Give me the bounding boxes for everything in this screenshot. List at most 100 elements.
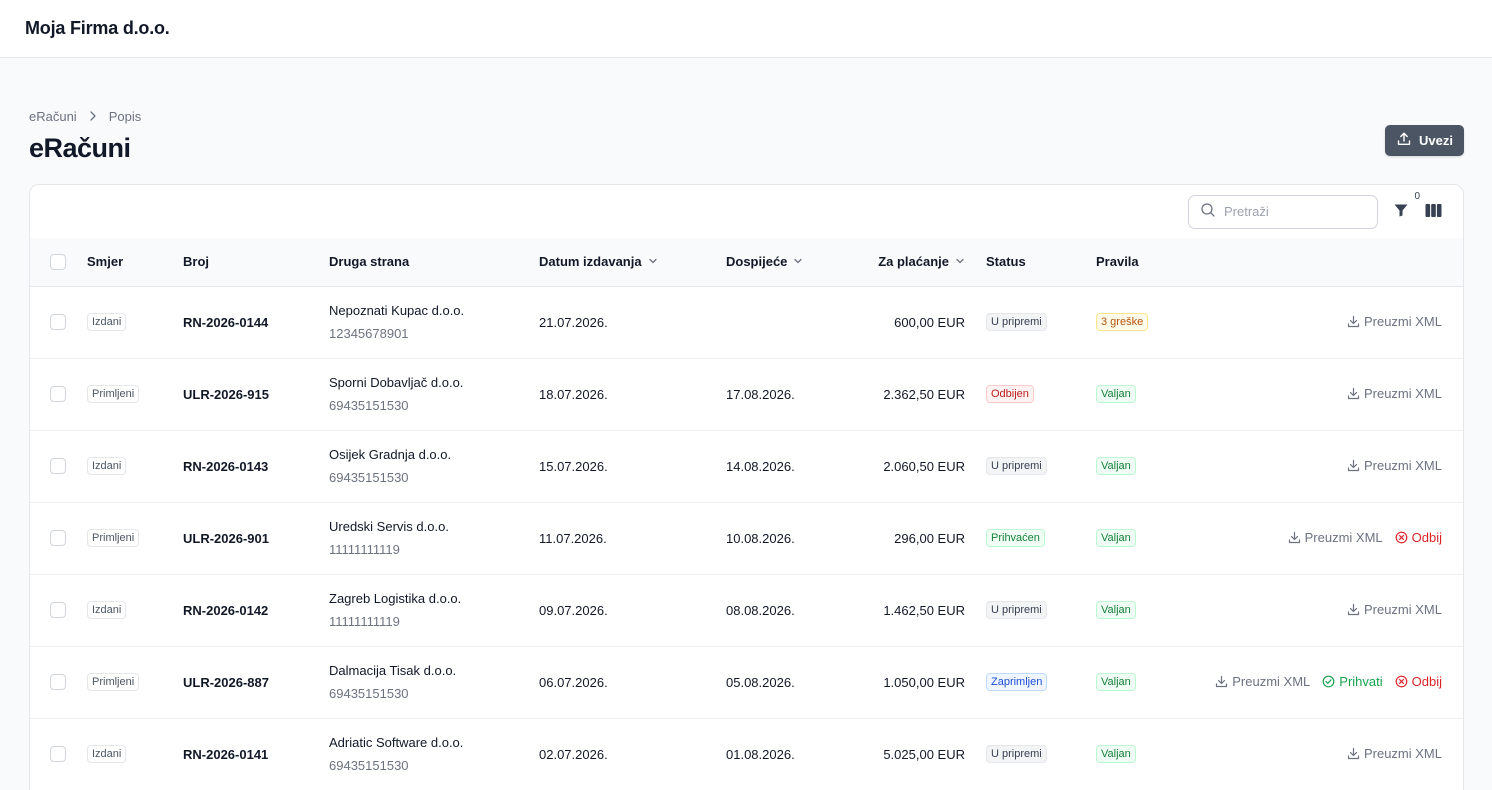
chevron-down-icon [793,254,803,269]
select-cell [30,646,87,718]
row-checkbox[interactable] [50,458,66,475]
invoice-number[interactable]: RN-2026-0143 [183,459,268,474]
invoice-number[interactable]: ULR-2026-915 [183,387,269,402]
reject-action-label: Odbij [1411,673,1442,689]
header-due-date[interactable]: Dospijeće [726,238,876,286]
party-name: Osijek Gradnja d.o.o. [329,446,452,462]
party-name: Zagreb Logistika d.o.o. [329,590,462,606]
rules-cell: Valjan [1096,718,1206,790]
search-input[interactable] [1224,204,1374,219]
party-oib: 69435151530 [329,469,409,485]
row-checkbox[interactable] [50,602,66,619]
row-checkbox[interactable] [50,314,66,331]
select-cell [30,286,87,358]
row-actions: Preuzmi XML [1347,386,1442,401]
header-issue-date[interactable]: Datum izdavanja [539,238,726,286]
import-button[interactable]: Uvezi [1385,125,1464,156]
x-circle-icon [1395,531,1408,544]
download-action-label: Preuzmi XML [1363,745,1442,761]
status-badge: Prihvaćen [986,529,1045,547]
accept-action[interactable]: Prihvati [1322,674,1383,689]
download-action-label: Preuzmi XML [1304,529,1383,545]
download-action[interactable]: Preuzmi XML [1215,674,1310,689]
header-issue-date-label: Datum izdavanja [539,254,642,270]
reject-action[interactable]: Odbij [1395,674,1442,689]
party-cell: Osijek Gradnja d.o.o. 69435151530 [329,430,539,502]
number-cell: RN-2026-0142 [183,574,329,646]
due-date-cell: 01.08.2026. [726,746,795,762]
filter-count-badge: 0 [1414,190,1420,202]
invoice-number[interactable]: RN-2026-0142 [183,603,268,618]
amount-cell: 1.462,50 EUR [883,602,965,618]
download-action[interactable]: Preuzmi XML [1288,530,1383,545]
party-name: Dalmacija Tisak d.o.o. [329,662,457,678]
party-name: Adriatic Software d.o.o. [329,734,464,750]
amount-cell: 2.060,50 EUR [883,458,965,474]
party-oib: 69435151530 [329,685,409,701]
rules-cell: Valjan [1096,430,1206,502]
header-amount-label: Za plaćanje [878,254,949,270]
invoice-number[interactable]: RN-2026-0141 [183,747,268,762]
row-checkbox[interactable] [50,386,66,403]
due-date-cell: 17.08.2026. [726,386,795,402]
invoice-number[interactable]: RN-2026-0144 [183,315,268,330]
party-name: Sporni Dobavljač d.o.o. [329,374,464,390]
due-date-cell: 14.08.2026. [726,458,795,474]
top-bar: Moja Firma d.o.o. [0,0,1492,58]
import-button-label: Uvezi [1419,133,1453,148]
actions-cell: Preuzmi XML Prihvati Odbij [1206,646,1463,718]
reject-action[interactable]: Odbij [1395,530,1442,545]
rules-cell: Valjan [1096,502,1206,574]
header-select-all-cell [30,238,87,286]
download-action[interactable]: Preuzmi XML [1347,458,1442,473]
invoice-number[interactable]: ULR-2026-901 [183,531,269,546]
table-row: Izdani RN-2026-0143 Osijek Gradnja d.o.o… [30,430,1463,502]
status-cell: U pripremi [986,286,1096,358]
due-date-cell: 08.08.2026. [726,602,795,618]
row-actions: Preuzmi XML Odbij [1288,530,1442,545]
rules-badge: Valjan [1096,673,1136,691]
invoice-number[interactable]: ULR-2026-887 [183,675,269,690]
direction-badge: Izdani [87,457,127,475]
table-row: Izdani RN-2026-0142 Zagreb Logistika d.o… [30,574,1463,646]
download-icon [1347,459,1360,472]
download-action[interactable]: Preuzmi XML [1347,314,1442,329]
number-cell: RN-2026-0143 [183,430,329,502]
download-action-label: Preuzmi XML [1363,457,1442,473]
status-cell: Odbijen [986,358,1096,430]
select-all-checkbox[interactable] [50,254,66,271]
party-name: Nepoznati Kupac d.o.o. [329,302,465,318]
download-action[interactable]: Preuzmi XML [1347,386,1442,401]
breadcrumb-root-link[interactable]: eRačuni [29,109,77,124]
status-badge: U pripremi [986,745,1047,763]
download-icon [1215,675,1228,688]
party-oib: 69435151530 [329,397,409,413]
row-actions: Preuzmi XML [1347,314,1442,329]
filter-button[interactable]: 0 [1392,191,1420,221]
x-circle-icon [1395,675,1408,688]
table-header-row: Smjer Broj Druga strana Datum izdavanja … [30,238,1463,286]
columns-button[interactable] [1424,203,1442,221]
number-cell: RN-2026-0144 [183,286,329,358]
status-cell: U pripremi [986,574,1096,646]
download-action[interactable]: Preuzmi XML [1347,602,1442,617]
actions-cell: Preuzmi XML [1206,286,1463,358]
select-cell [30,430,87,502]
row-checkbox[interactable] [50,746,66,763]
row-checkbox[interactable] [50,530,66,547]
amount-cell: 296,00 EUR [894,530,965,546]
rules-badge: 3 greške [1096,313,1149,331]
download-action-label: Preuzmi XML [1363,385,1442,401]
direction-cell: Primljeni [87,502,183,574]
search-box[interactable] [1188,194,1378,229]
row-checkbox[interactable] [50,674,66,691]
status-cell: Zaprimljen [986,646,1096,718]
download-action[interactable]: Preuzmi XML [1347,746,1442,761]
header-direction: Smjer [87,254,124,270]
download-icon [1347,387,1360,400]
issue-date-cell: 09.07.2026. [539,602,608,618]
direction-badge: Izdani [87,601,127,619]
row-actions: Preuzmi XML Prihvati Odbij [1215,674,1442,689]
direction-cell: Izdani [87,574,183,646]
header-amount[interactable]: Za plaćanje [876,238,986,286]
